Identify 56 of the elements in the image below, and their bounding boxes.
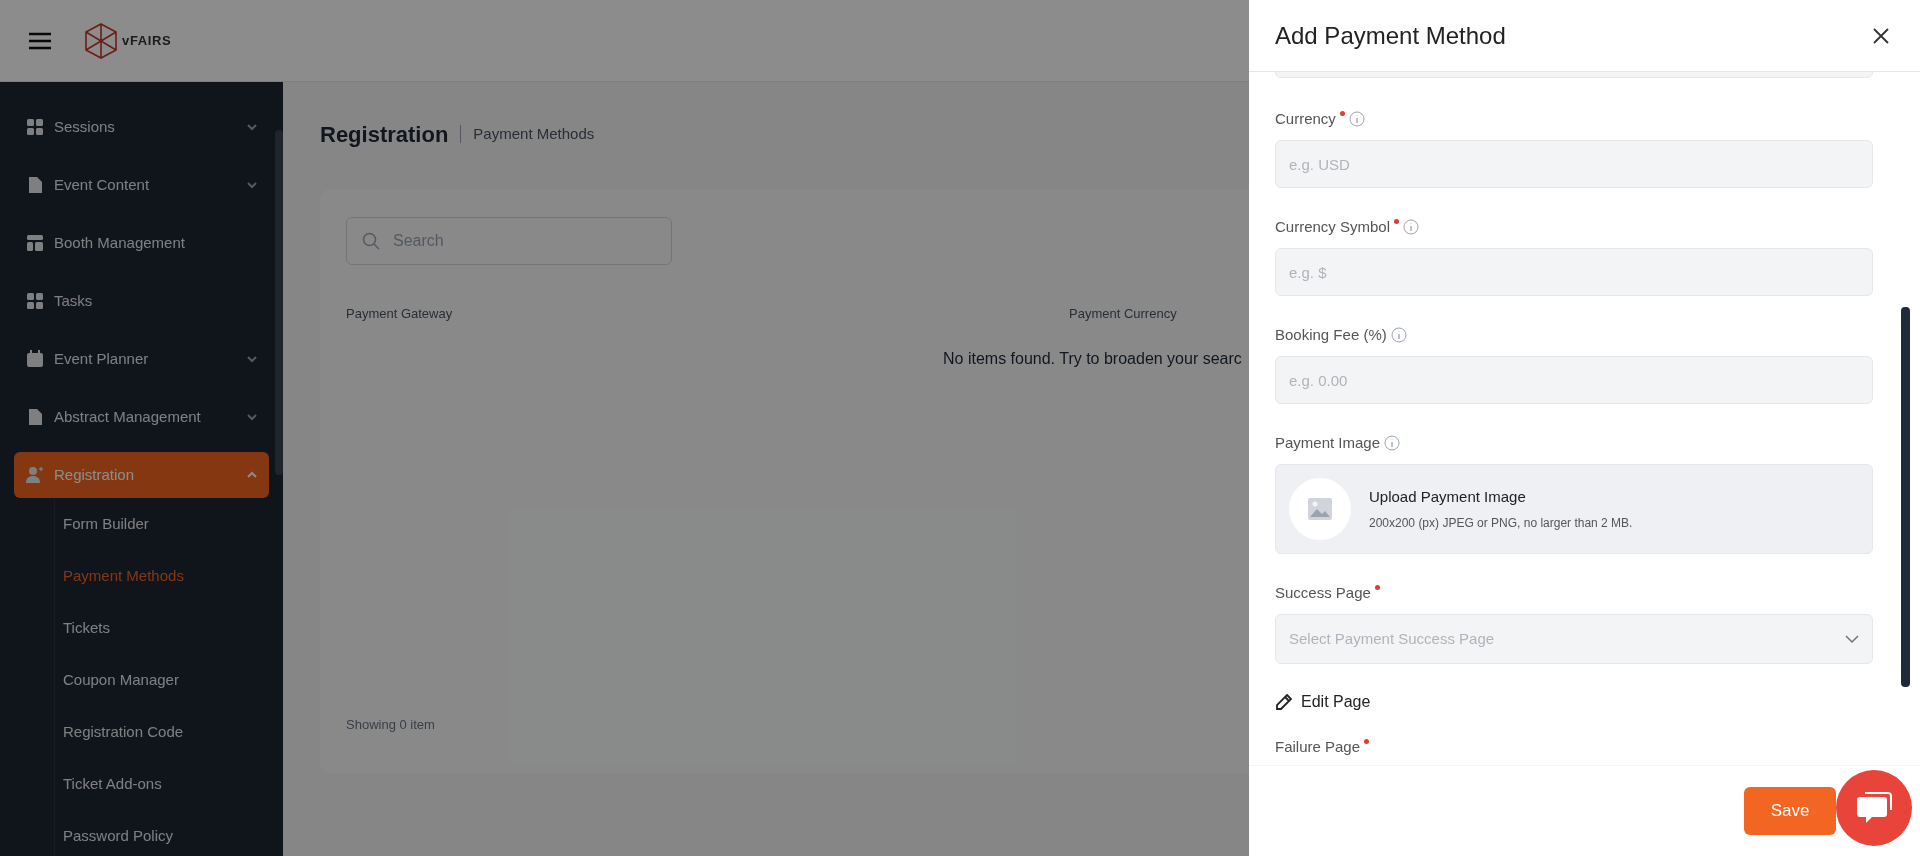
scrollbar[interactable] (1901, 307, 1910, 687)
grid-icon (26, 292, 44, 310)
field-label: Currency (1275, 108, 1336, 129)
input-field[interactable]: e.g. 0.00 (1275, 356, 1873, 404)
info-icon[interactable] (1348, 111, 1365, 127)
chat-icon (1856, 791, 1892, 825)
sidebar-item[interactable]: Abstract Management (14, 394, 269, 440)
sidebar-item[interactable]: Event Content (14, 162, 269, 208)
chevron-down-icon (1845, 634, 1859, 644)
field-label: Success Page (1275, 582, 1371, 603)
empty-message: No items found. Try to broaden your searc (943, 350, 1242, 367)
submenu-item[interactable]: Coupon Manager (55, 654, 269, 706)
breadcrumb: Payment Methods (473, 123, 595, 144)
pencil-icon (1275, 693, 1293, 711)
calendar-icon (26, 350, 44, 368)
grid-icon (26, 118, 44, 136)
upload-area[interactable]: Upload Payment Image 200x200 (px) JPEG or PNG, no larger than 2 MB. (1275, 464, 1873, 554)
save-button[interactable]: Save (1744, 787, 1836, 835)
scrollbar[interactable] (275, 130, 283, 475)
panel-title: Add Payment Method (1275, 20, 1506, 51)
submenu-item[interactable]: Form Builder (55, 498, 269, 550)
menu-icon[interactable] (28, 31, 52, 50)
upload-title: Upload Payment Image (1369, 486, 1527, 507)
input-field[interactable]: e.g. $ (1275, 248, 1873, 296)
submenu-item[interactable]: Password Policy (55, 810, 269, 856)
field-label: Payment Image (1275, 432, 1381, 453)
close-icon[interactable] (1872, 26, 1890, 45)
sidebar-item[interactable]: Booth Management (14, 220, 269, 266)
sidebar-item[interactable]: Sessions (14, 104, 269, 150)
input-field[interactable]: e.g. USD (1275, 140, 1873, 188)
logo-text: vFAIRS (122, 31, 172, 50)
info-icon[interactable] (1384, 435, 1401, 451)
sidebar-item[interactable]: Registration (14, 452, 269, 498)
user-icon (26, 466, 44, 484)
column-header: Payment Currency (1069, 305, 1177, 324)
submenu-item[interactable]: Registration Code (55, 706, 269, 758)
field-label: Currency Symbol (1275, 216, 1391, 237)
sidebar-item[interactable]: Event Planner (14, 336, 269, 382)
info-icon[interactable] (1403, 219, 1420, 235)
page-title: Registration (320, 120, 449, 149)
backdrop-overlay[interactable] (0, 0, 1249, 856)
document-icon (26, 408, 44, 426)
layout-icon (26, 234, 44, 252)
sidebar-item[interactable]: Tasks (14, 278, 269, 324)
submenu-item[interactable]: Tickets (55, 602, 269, 654)
document-icon (26, 176, 44, 194)
edit-page-link[interactable]: Edit Page (1275, 690, 1371, 714)
field-label: Booking Fee (%) (1275, 324, 1387, 345)
upload-hint: 200x200 (px) JPEG or PNG, no larger than 2 MB. (1369, 515, 1633, 533)
cube-logo-icon (84, 21, 118, 60)
item-count: Showing 0 item (346, 715, 435, 734)
field-label: Failure Page (1275, 736, 1361, 757)
info-icon[interactable] (1390, 327, 1407, 343)
submenu-item[interactable]: Ticket Add-ons (55, 758, 269, 810)
column-header: Payment Gateway (346, 305, 454, 324)
search-icon (362, 232, 380, 250)
